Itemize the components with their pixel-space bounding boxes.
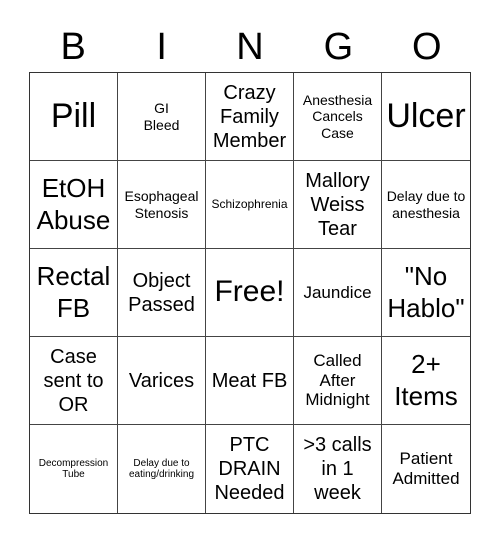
bingo-cell[interactable]: Object Passed (118, 249, 206, 337)
bingo-cell[interactable]: >3 calls in 1 week (294, 425, 382, 513)
bingo-cell[interactable]: Rectal FB (30, 249, 118, 337)
bingo-cell[interactable]: Varices (118, 337, 206, 425)
bingo-cell[interactable]: Delay due to anesthesia (382, 161, 470, 249)
header-letter-o: O (412, 26, 442, 68)
bingo-cell[interactable]: GI Bleed (118, 73, 206, 161)
bingo-cell[interactable]: Called After Midnight (294, 337, 382, 425)
bingo-cell[interactable]: Schizophrenia (206, 161, 294, 249)
bingo-cell[interactable]: Crazy Family Member (206, 73, 294, 161)
bingo-cell[interactable]: Decompression Tube (30, 425, 118, 513)
bingo-cell[interactable]: Esophageal Stenosis (118, 161, 206, 249)
bingo-cell[interactable]: EtOH Abuse (30, 161, 118, 249)
bingo-cell[interactable]: Ulcer (382, 73, 470, 161)
bingo-cell[interactable]: Pill (30, 73, 118, 161)
header-letter-n: N (236, 26, 264, 68)
bingo-cell[interactable]: Delay due to eating/drinking (118, 425, 206, 513)
header-letter-g: G (323, 26, 354, 68)
bingo-cell[interactable]: "No Hablo" (382, 249, 470, 337)
bingo-cell[interactable]: Mallory Weiss Tear (294, 161, 382, 249)
bingo-cell[interactable]: Case sent to OR (30, 337, 118, 425)
bingo-header: B I N G O (29, 22, 471, 72)
bingo-cell[interactable]: Jaundice (294, 249, 382, 337)
header-letter-i: I (156, 26, 167, 68)
bingo-grid: Pill GI Bleed Crazy Family Member Anesth… (29, 72, 471, 514)
bingo-cell[interactable]: PTC DRAIN Needed (206, 425, 294, 513)
bingo-cell[interactable]: 2+ Items (382, 337, 470, 425)
free-space[interactable]: Free! (206, 249, 294, 337)
header-letter-b: B (60, 26, 86, 68)
bingo-cell[interactable]: Patient Admitted (382, 425, 470, 513)
bingo-cell[interactable]: Meat FB (206, 337, 294, 425)
bingo-cell[interactable]: Anesthesia Cancels Case (294, 73, 382, 161)
